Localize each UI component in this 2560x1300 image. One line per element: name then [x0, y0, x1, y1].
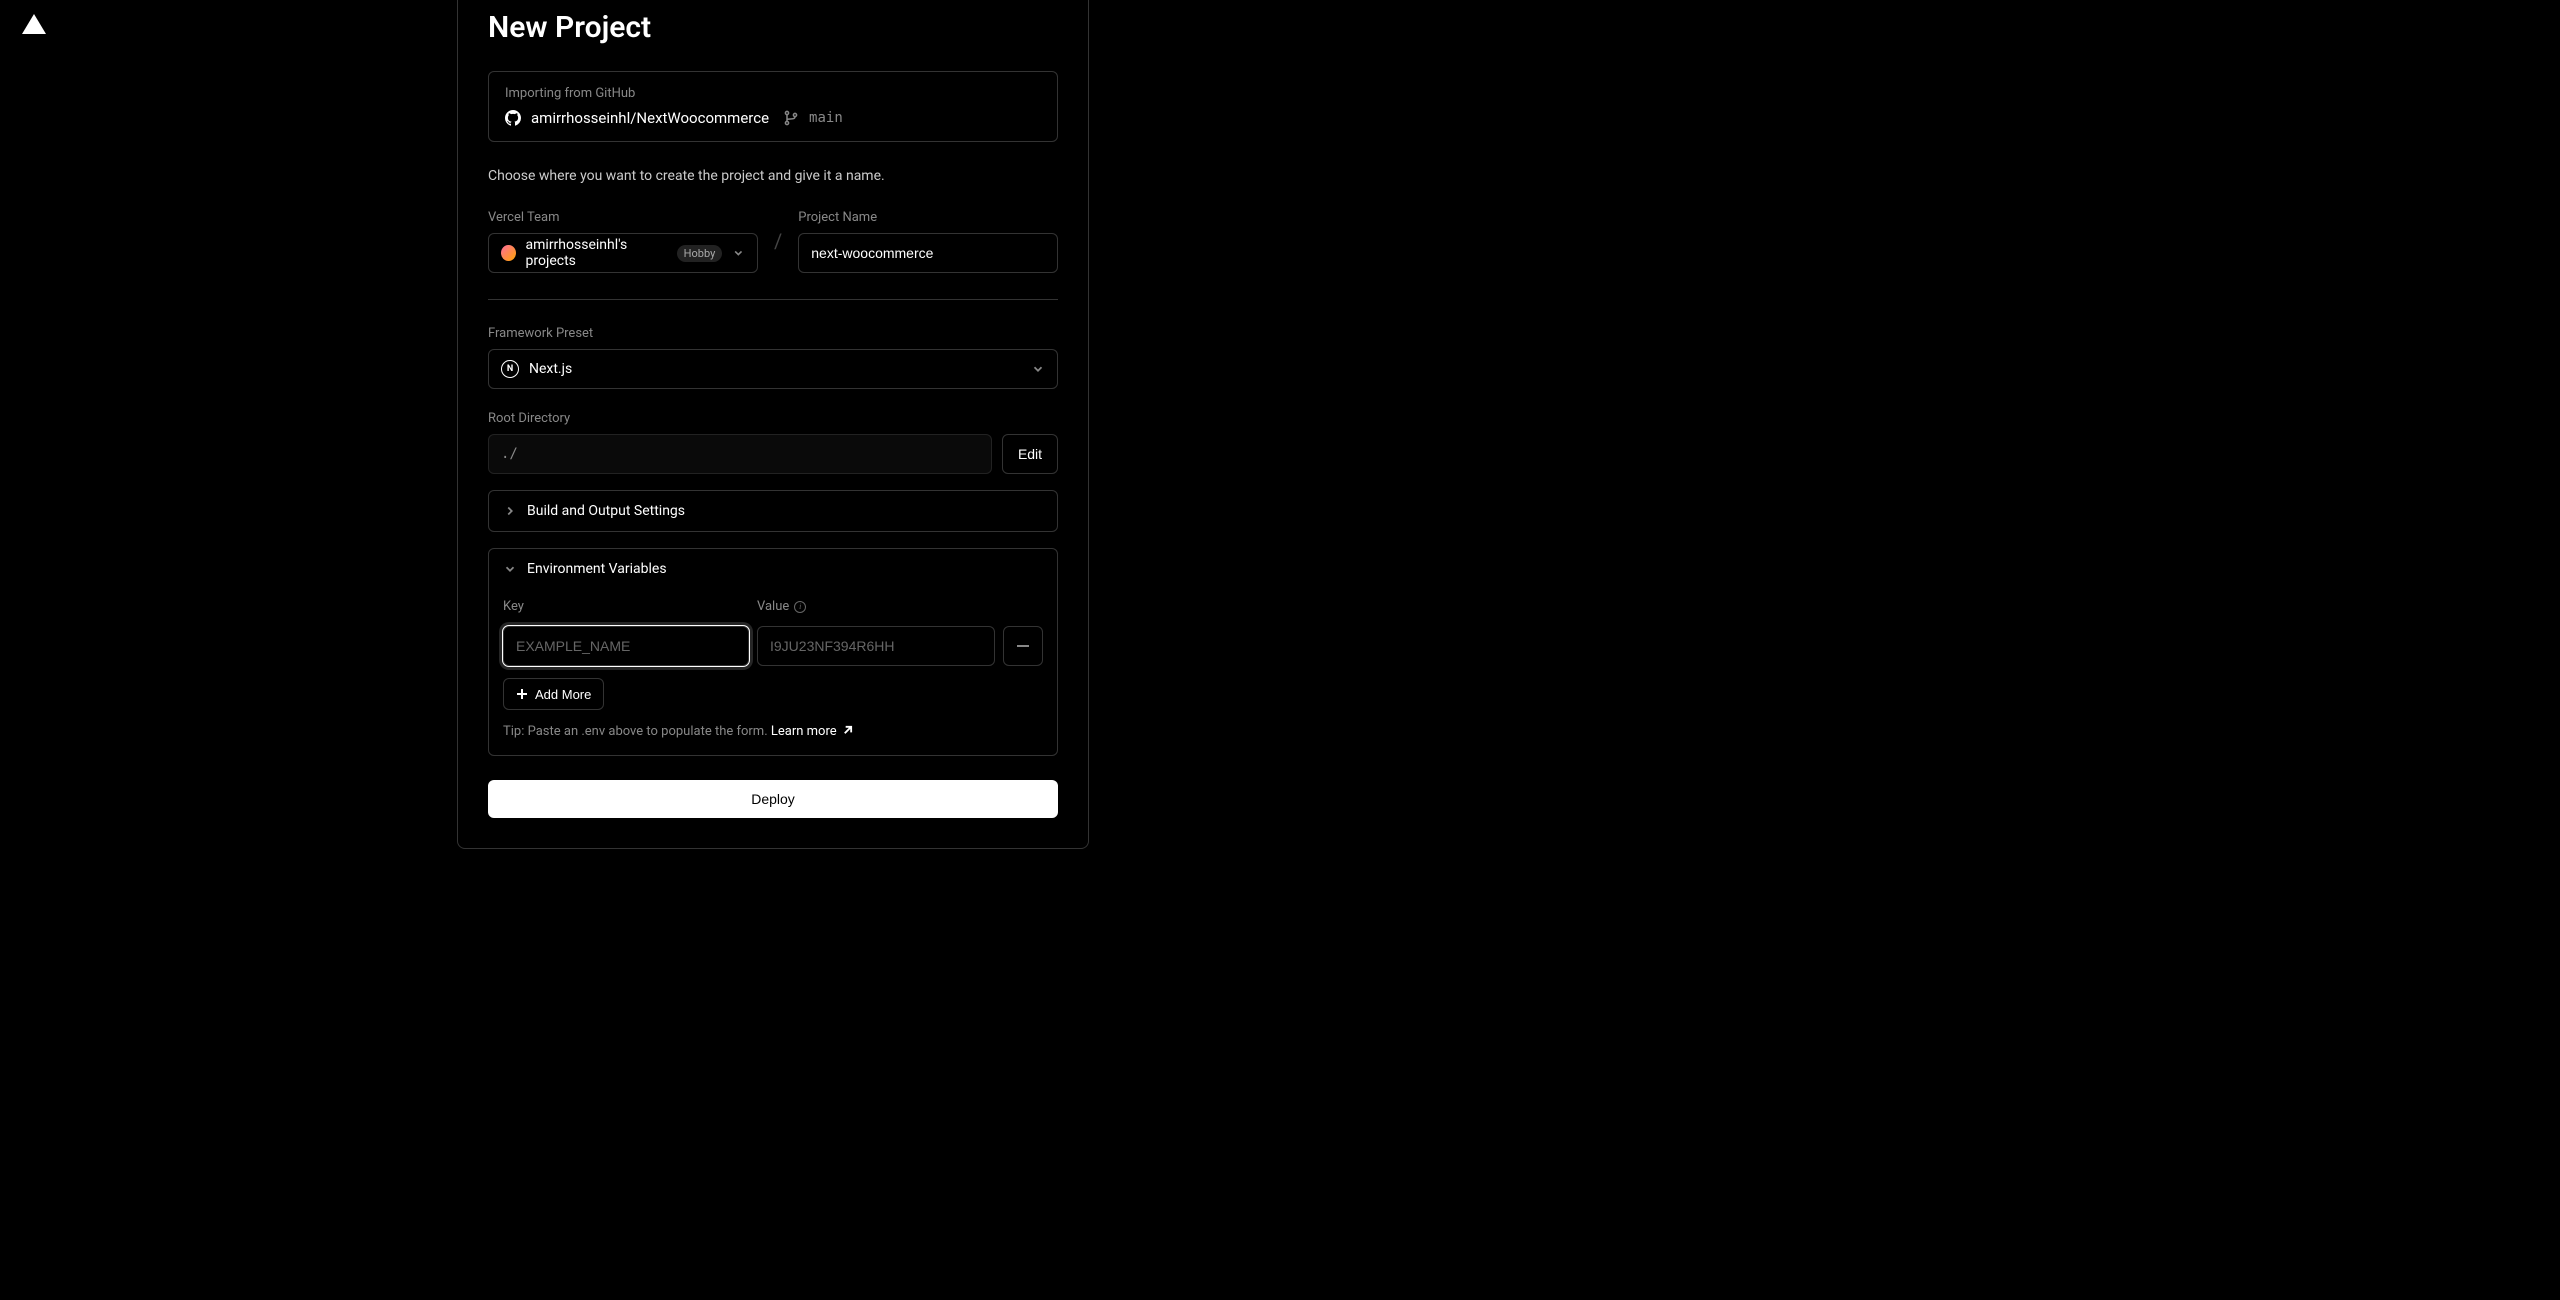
- env-key-label: Key: [503, 599, 749, 614]
- chevron-down-icon: [732, 246, 745, 260]
- plus-icon: [516, 688, 528, 700]
- minus-icon: [1017, 645, 1029, 647]
- root-dir-label: Root Directory: [488, 411, 1058, 426]
- chevron-right-icon: [503, 504, 517, 518]
- chevron-down-icon: [503, 562, 517, 576]
- external-link-icon: [842, 725, 853, 736]
- remove-env-button[interactable]: [1003, 626, 1043, 666]
- new-project-card: New Project Importing from GitHub amirrh…: [457, 0, 1089, 849]
- import-label: Importing from GitHub: [505, 86, 1041, 101]
- add-more-label: Add More: [535, 687, 591, 702]
- vercel-logo-icon[interactable]: [22, 14, 46, 34]
- framework-name: Next.js: [529, 361, 572, 377]
- env-value-input[interactable]: [757, 626, 995, 666]
- edit-root-button[interactable]: Edit: [1002, 434, 1058, 474]
- deploy-button[interactable]: Deploy: [488, 780, 1058, 818]
- project-name-label: Project Name: [798, 210, 1058, 225]
- repo-name: amirrhosseinhl/NextWoocommerce: [531, 109, 769, 127]
- import-source-box: Importing from GitHub amirrhosseinhl/Nex…: [488, 71, 1058, 142]
- branch-name: main: [809, 110, 843, 126]
- divider: [488, 299, 1058, 300]
- build-settings-title: Build and Output Settings: [527, 503, 685, 519]
- env-vars-title: Environment Variables: [527, 561, 667, 577]
- team-select[interactable]: amirrhosseinhl's projects Hobby: [488, 233, 758, 273]
- learn-more-link[interactable]: Learn more: [771, 724, 853, 739]
- build-settings-accordion: Build and Output Settings: [488, 490, 1058, 532]
- framework-label: Framework Preset: [488, 326, 1058, 341]
- team-avatar-icon: [501, 245, 516, 261]
- team-label: Vercel Team: [488, 210, 758, 225]
- add-more-button[interactable]: Add More: [503, 678, 604, 710]
- plan-badge: Hobby: [677, 245, 723, 262]
- build-settings-toggle[interactable]: Build and Output Settings: [489, 491, 1057, 531]
- info-icon[interactable]: i: [794, 601, 806, 613]
- env-vars-toggle[interactable]: Environment Variables: [489, 549, 1057, 589]
- env-tip: Tip: Paste an .env above to populate the…: [503, 724, 1043, 739]
- description-text: Choose where you want to create the proj…: [488, 168, 1058, 184]
- team-name: amirrhosseinhl's projects: [526, 237, 667, 269]
- github-icon: [505, 110, 521, 126]
- project-name-input[interactable]: [798, 233, 1058, 273]
- branch-icon: [783, 110, 799, 126]
- env-vars-accordion: Environment Variables Key Value i: [488, 548, 1058, 756]
- env-value-label: Value i: [757, 599, 1043, 614]
- page-title: New Project: [488, 10, 1058, 45]
- root-dir-input: ./: [488, 434, 992, 474]
- nextjs-icon: N: [501, 360, 519, 378]
- chevron-down-icon: [1031, 362, 1045, 376]
- env-key-input[interactable]: [503, 626, 749, 666]
- framework-select[interactable]: N Next.js: [488, 349, 1058, 389]
- separator-slash: /: [774, 229, 782, 255]
